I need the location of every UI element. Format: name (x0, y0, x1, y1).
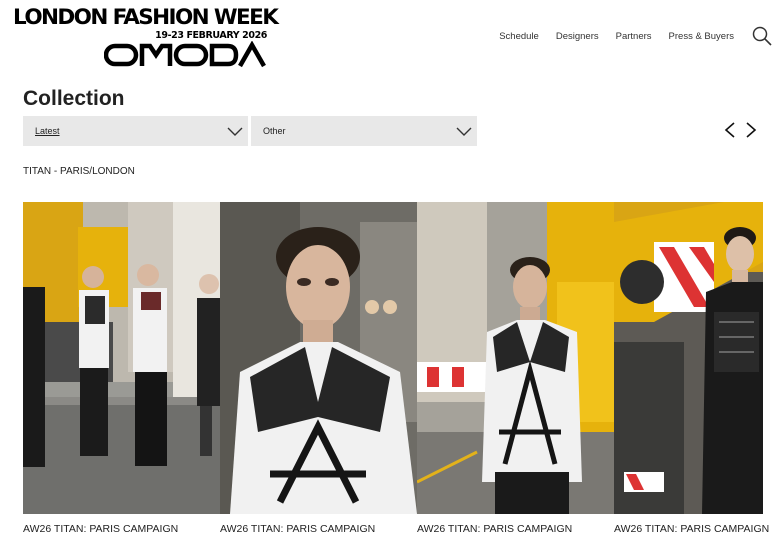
lfw-logo[interactable]: LONDON FASHION WEEK 19-23 FEBRUARY 2026 (13, 5, 279, 68)
sort-dropdown-value: Latest (35, 126, 60, 136)
page-title: Collection (23, 87, 125, 110)
nav-item-designers[interactable]: Designers (556, 31, 599, 42)
logo-dates: 19-23 FEBRUARY 2026 (155, 30, 267, 41)
collection-name: TITAN - PARIS/LONDON (23, 166, 135, 177)
nav-item-press-buyers[interactable]: Press & Buyers (669, 31, 734, 42)
nav-item-partners[interactable]: Partners (616, 31, 652, 42)
chevron-right-icon[interactable] (744, 121, 758, 139)
filter-dropdown[interactable]: Other (251, 116, 477, 146)
filter-dropdown-value: Other (263, 126, 286, 136)
gallery-caption[interactable]: AW26 TITAN: PARIS CAMPAIGN (23, 523, 220, 535)
gallery-item: AW26 TITAN: PARIS CAMPAIGN (614, 202, 776, 535)
chevron-down-icon (227, 127, 243, 136)
gallery-caption[interactable]: AW26 TITAN: PARIS CAMPAIGN (614, 523, 776, 535)
chevron-left-icon[interactable] (723, 121, 737, 139)
sort-dropdown[interactable]: Latest (23, 116, 248, 146)
gallery-caption[interactable]: AW26 TITAN: PARIS CAMPAIGN (417, 523, 614, 535)
gallery-image[interactable] (220, 202, 417, 514)
gallery-image[interactable] (614, 202, 763, 514)
gallery-item: AW26 TITAN: PARIS CAMPAIGN (417, 202, 614, 535)
search-icon[interactable] (752, 26, 772, 46)
main-nav: Schedule Designers Partners Press & Buye… (499, 31, 734, 42)
omoda-logo (104, 41, 266, 68)
gallery-caption[interactable]: AW26 TITAN: PARIS CAMPAIGN (220, 523, 417, 535)
gallery-image[interactable] (417, 202, 614, 514)
gallery-item: AW26 TITAN: PARIS CAMPAIGN (23, 202, 220, 535)
gallery-image[interactable] (23, 202, 220, 514)
gallery-item: AW26 TITAN: PARIS CAMPAIGN (220, 202, 417, 535)
nav-item-schedule[interactable]: Schedule (499, 31, 539, 42)
chevron-down-icon (456, 127, 472, 136)
logo-title: LONDON FASHION WEEK (13, 5, 279, 30)
